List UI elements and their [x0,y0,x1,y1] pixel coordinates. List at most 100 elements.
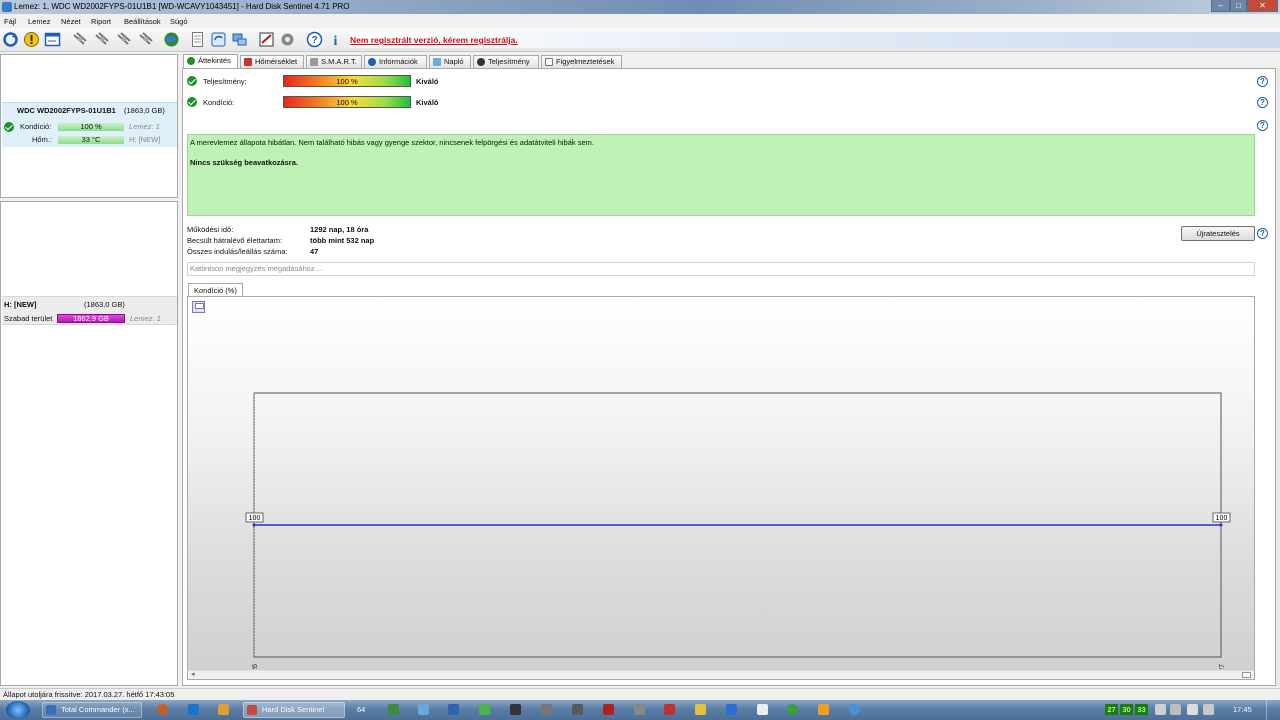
app-tray-icon[interactable] [634,704,645,715]
app-tray-icon[interactable] [157,704,168,715]
tray-temp-3[interactable]: 33 [1135,704,1148,715]
scroll-thumb[interactable] [1242,672,1251,678]
start-stop-value: 47 [310,247,319,256]
window-icon[interactable] [44,31,61,48]
clock: 17:45 [1233,705,1252,714]
taskbar-item-64[interactable]: 64 [357,705,365,714]
tray-temp-2[interactable]: 30 [1120,704,1133,715]
taskbar-item-total-commander[interactable]: Total Commander (x... [42,702,142,718]
minimize-button[interactable]: – [1211,0,1230,12]
disk-entry[interactable]: WDC WD2002FYPS-01U1B1 (1863,0 GB) Kondíc… [2,102,177,147]
app-tray-icon[interactable] [818,704,829,715]
ok-check-icon [187,97,197,107]
taskbar-item-label: Total Commander (x... [61,705,135,714]
retest-button[interactable]: Újratesztelés [1181,226,1255,241]
globe-icon[interactable] [163,31,180,48]
info-icon [368,58,376,66]
tab-temperature[interactable]: Hőmérséklet [240,55,304,68]
registration-link[interactable]: Nem regisztrált verzió, kérem regisztrál… [350,35,518,45]
ok-check-icon [187,57,195,65]
menu-view[interactable]: Nézet [61,17,81,26]
app-tray-icon[interactable] [572,704,583,715]
app-tray-icon[interactable] [603,704,614,715]
menu-help[interactable]: Súgó [170,17,188,26]
note-input[interactable]: Kattintson megjegyzés megadásához ... [187,262,1255,276]
x-tick-label: 2017.03.27 [1219,664,1226,669]
tab-label: S.M.A.R.T. [321,57,357,66]
power-tray-icon[interactable] [1203,704,1214,715]
partition-disk-ref: Lemez: 1 [130,314,161,323]
sync-icon[interactable] [210,31,227,48]
condition-rating: Kiváló [416,98,439,107]
smart-icon [310,58,318,66]
app-tray-icon[interactable] [388,704,399,715]
start-button[interactable] [6,701,30,719]
app-tray-icon[interactable] [448,704,459,715]
app-tray-icon[interactable] [541,704,552,715]
tab-performance[interactable]: Teljesítmény [473,55,539,68]
satellite-icon-2[interactable] [93,31,110,48]
partition-entry[interactable]: H: [NEW] (1863,0 GB) Szabad terület 1862… [2,296,177,325]
menu-disk[interactable]: Lemez [28,17,51,26]
document-icon[interactable] [189,31,206,48]
app-tray-icon[interactable] [695,704,706,715]
help-icon[interactable]: ? [1257,97,1268,108]
help-icon[interactable]: ? [1257,76,1268,87]
app-tray-icon[interactable] [418,704,429,715]
app-tray-icon[interactable] [664,704,675,715]
tab-label: Teljesítmény [488,57,530,66]
scroll-left-arrow[interactable]: ◂ [191,670,195,678]
app-tray-icon[interactable] [757,704,768,715]
app-tray-icon[interactable] [510,704,521,715]
satellite-icon[interactable] [71,31,88,48]
info-icon[interactable]: i [327,31,344,49]
tab-information[interactable]: Információk [364,55,427,68]
menu-settings[interactable]: Beállítások [124,17,161,26]
app-icon [247,705,257,715]
tab-alerts[interactable]: Figyelmeztetések [541,55,622,68]
app-tray-icon[interactable] [218,704,229,715]
satellite-icon-4[interactable] [137,31,154,48]
satellite-icon-3[interactable] [115,31,132,48]
refresh-icon[interactable] [2,31,19,48]
help-icon[interactable]: ? [1257,120,1268,131]
app-tray-icon[interactable] [787,704,798,715]
menu-report[interactable]: Riport [91,17,111,26]
tab-overview[interactable]: Áttekintés [183,54,238,68]
data-point [1219,523,1223,527]
app-tray-icon[interactable] [188,704,199,715]
tab-log[interactable]: Napló [429,55,471,68]
help-icon[interactable]: ? [306,31,323,48]
menu-file[interactable]: Fájl [4,17,16,26]
report-icon[interactable] [258,31,275,48]
app-tray-icon[interactable] [726,704,737,715]
taskbar-item-hard-disk-sentinel[interactable]: Hard Disk Sentinel [243,702,345,718]
taskbar-item-label: Hard Disk Sentinel [262,705,325,714]
help-icon[interactable]: ? [1257,228,1268,239]
show-desktop-button[interactable] [1266,700,1280,720]
condition-chart: 100 100 2017.03.26 2017.03.27 ◂ [187,296,1255,680]
remaining-life-label: Becsült hátralévő élettartam: [187,236,283,245]
maximize-button[interactable]: □ [1230,0,1247,12]
network-icon[interactable] [231,31,248,48]
network-tray-icon[interactable] [1155,704,1166,715]
main-vertical-scrollbar[interactable] [1276,68,1280,686]
app-tray-icon[interactable] [479,704,490,715]
settings-icon[interactable] [279,31,296,48]
disk-ref: Lemez: 1 [129,122,160,131]
close-button[interactable]: ✕ [1247,0,1278,12]
chart-horizontal-scrollbar[interactable]: ◂ [188,670,1254,679]
tray-temp-1[interactable]: 27 [1105,704,1118,715]
chart-tab-condition[interactable]: Kondíció (%) [188,283,243,297]
flag-tray-icon[interactable] [1187,704,1198,715]
app-tray-icon[interactable] [849,704,860,715]
window-title: Lemez: 1, WDC WD2002FYPS-01U1B1 [WD-WCAV… [14,2,350,11]
svg-text:100: 100 [1216,515,1228,522]
warning-icon[interactable] [23,31,40,48]
condition-label: Kondíció: [203,98,235,107]
tab-label: Hőmérséklet [255,57,298,66]
tab-smart[interactable]: S.M.A.R.T. [306,55,362,68]
toolbar: ? i Nem regisztrált verzió, kérem regisz… [0,28,1280,52]
data-label: 100 [245,512,264,523]
volume-tray-icon[interactable] [1170,704,1181,715]
